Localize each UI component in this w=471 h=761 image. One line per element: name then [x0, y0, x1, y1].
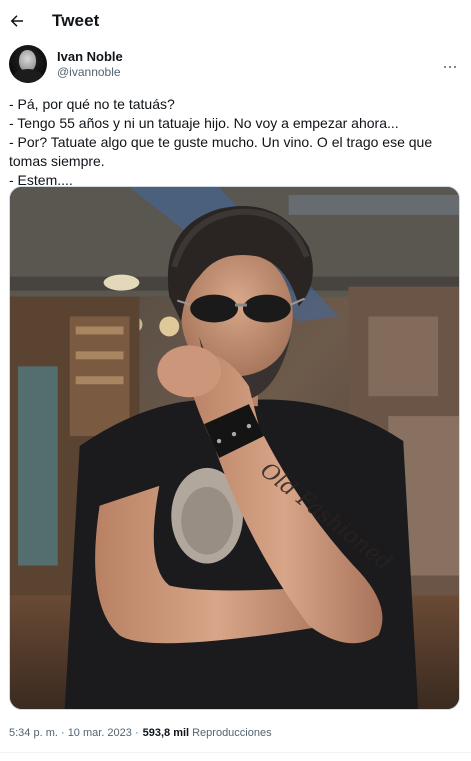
page-title: Tweet	[52, 11, 100, 30]
avatar-shoulders	[12, 69, 44, 83]
back-button[interactable]	[0, 4, 34, 38]
tweet-line: - Pá, por qué no te tatuás?	[9, 96, 175, 112]
tweet-meta: 5:34 p. m. · 10 mar. 2023 · 593,8 mil Re…	[9, 724, 464, 742]
top-bar: Tweet	[0, 0, 471, 42]
timestamp[interactable]: 5:34 p. m. · 10 mar. 2023 ·	[9, 727, 139, 739]
tweet-text: - Pá, por qué no te tatuás? - Tengo 55 a…	[9, 95, 464, 190]
avatar[interactable]	[9, 45, 47, 83]
tweet-photo[interactable]: Old Fashioned	[9, 186, 460, 710]
tweet-line: - Tengo 55 años y ni un tatuaje hijo. No…	[9, 115, 399, 131]
author-names: Ivan Noble @ivannoble	[57, 48, 123, 80]
author-handle[interactable]: @ivannoble	[57, 65, 123, 80]
tweet-page: Tweet Ivan Noble @ivannoble - Pá, por qu…	[0, 0, 471, 761]
tweet-line: - Por? Tatuate algo que te guste mucho. …	[9, 134, 437, 169]
author-name[interactable]: Ivan Noble	[57, 48, 123, 65]
views-count: 593,8 mil	[142, 727, 190, 739]
author-row: Ivan Noble @ivannoble	[9, 44, 464, 84]
more-options-button[interactable]	[438, 52, 462, 76]
photo-illustration: Old Fashioned	[10, 187, 459, 709]
arrow-left-icon	[10, 15, 23, 27]
more-horizontal-icon	[443, 55, 458, 73]
divider	[0, 752, 471, 753]
views-label: Reproducciones	[192, 727, 272, 739]
